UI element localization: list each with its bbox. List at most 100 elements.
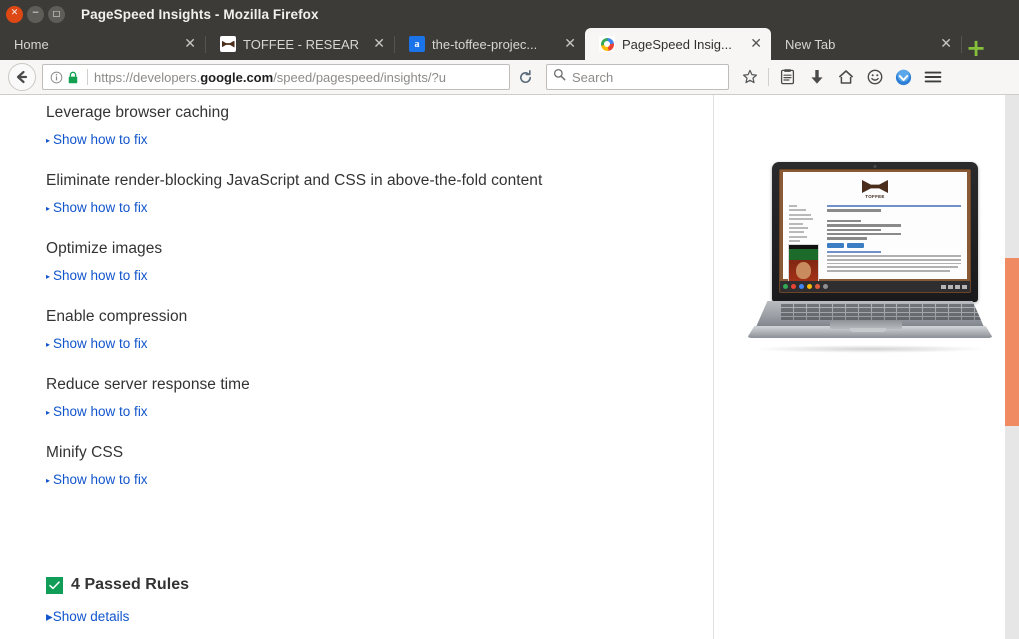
show-how-to-fix-link[interactable]: ▸ Show how to fix — [46, 268, 686, 286]
rule-title: Enable compression — [46, 308, 188, 325]
reload-button[interactable] — [512, 64, 538, 90]
show-how-to-fix-link[interactable]: ▸ Show how to fix — [46, 336, 686, 354]
url-prefix: https://developers. — [94, 69, 201, 85]
rule-title: Minify CSS — [46, 444, 124, 461]
preview-headline-line — [827, 209, 881, 212]
link-label: Show details — [52, 609, 130, 624]
caret-right-icon: ▸ — [46, 339, 51, 349]
back-button[interactable] — [8, 63, 36, 91]
link-label: Show how to fix — [53, 336, 148, 351]
rule-item: Enable compression ▸ Show how to fix — [46, 307, 686, 354]
rule-item: Optimize images ▸ Show how to fix — [46, 239, 686, 286]
reader-list-icon[interactable] — [774, 64, 801, 91]
laptop-lid: TOFFEE Ramesh won — [772, 162, 978, 302]
url-text: https://developers.google.com/speed/page… — [94, 70, 505, 85]
new-tab-button[interactable]: + — [966, 36, 986, 60]
show-how-to-fix-link[interactable]: ▸ Show how to fix — [46, 472, 686, 490]
title-bar: ✕ − □ PageSpeed Insights - Mozilla Firef… — [0, 0, 1019, 28]
tab-close-icon[interactable]: ✕ — [940, 37, 952, 51]
scrollbar-thumb[interactable] — [1005, 258, 1019, 426]
bookmark-star-icon[interactable] — [736, 64, 763, 91]
page-info-icon[interactable] — [47, 71, 65, 84]
window-maximize-button[interactable]: □ — [48, 5, 65, 23]
show-how-to-fix-link[interactable]: ▸ Show how to fix — [46, 404, 686, 422]
rule-title: Optimize images — [46, 240, 163, 257]
google-colors-icon — [599, 36, 615, 52]
browser-window: ✕ − □ PageSpeed Insights - Mozilla Firef… — [0, 0, 1019, 639]
tab-label: PageSpeed Insig... — [622, 36, 732, 52]
results-column: Leverage browser caching ▸ Show how to fi… — [0, 95, 714, 639]
passed-rules-header: 4 Passed Rules — [46, 576, 686, 594]
tab-home[interactable]: Home ✕ — [0, 28, 205, 60]
home-icon[interactable] — [832, 64, 859, 91]
link-label: Show how to fix — [53, 132, 148, 147]
caret-right-icon: ▸ — [46, 135, 51, 145]
padlock-icon[interactable] — [65, 71, 81, 84]
laptop-shadow — [752, 345, 988, 353]
caret-right-icon: ▸ — [46, 475, 51, 485]
preview-paragraph — [827, 255, 961, 272]
show-how-to-fix-link[interactable]: ▸ Show how to fix — [46, 132, 686, 150]
page-viewport: Leverage browser caching ▸ Show how to fi… — [0, 95, 1019, 639]
tab-toffee-research[interactable]: TOFFEE - RESEAR... ✕ — [206, 28, 394, 60]
url-bar[interactable]: https://developers.google.com/speed/page… — [42, 64, 510, 90]
show-details-link[interactable]: ▸Show details — [46, 609, 686, 625]
preview-sidebar-nav — [789, 205, 817, 245]
tab-label: Home — [14, 36, 49, 52]
tab-the-toffee-project[interactable]: a the-toffee-projec... ✕ — [395, 28, 585, 60]
tab-close-icon[interactable]: ✕ — [564, 37, 576, 51]
page-scrollbar[interactable] — [1005, 95, 1019, 639]
window-controls: ✕ − □ — [6, 5, 65, 23]
rule-title: Leverage browser caching — [46, 104, 229, 121]
window-title: PageSpeed Insights - Mozilla Firefox — [81, 6, 319, 22]
window-minimize-button[interactable]: − — [27, 5, 44, 23]
tab-separator — [961, 35, 962, 53]
pocket-icon[interactable] — [890, 64, 917, 91]
url-domain: google.com — [200, 69, 274, 85]
toolbar-icons — [736, 64, 946, 91]
tab-pagespeed-insights[interactable]: PageSpeed Insig... ✕ — [585, 28, 771, 60]
pagespeed-insights-page: Leverage browser caching ▸ Show how to fi… — [0, 95, 1005, 639]
laptop-screen: TOFFEE Ramesh won — [779, 169, 971, 293]
show-how-to-fix-link[interactable]: ▸ Show how to fix — [46, 200, 686, 218]
tab-label: the-toffee-projec... — [432, 36, 538, 52]
reload-icon — [519, 69, 531, 83]
tab-close-icon[interactable]: ✕ — [184, 37, 196, 51]
back-arrow-icon — [16, 70, 28, 84]
tab-new-tab[interactable]: New Tab ✕ — [771, 28, 961, 60]
window-close-button[interactable]: ✕ — [6, 5, 23, 23]
toffee-candy-icon — [862, 180, 888, 193]
laptop-open-notch — [850, 328, 886, 332]
maximize-icon: □ — [52, 8, 61, 18]
link-label: Show how to fix — [53, 404, 148, 419]
link-label: Show how to fix — [53, 268, 148, 283]
smiley-feedback-icon[interactable] — [861, 64, 888, 91]
search-placeholder: Search — [572, 69, 614, 85]
preview-logo-text: TOFFEE — [865, 194, 885, 199]
url-suffix: /speed/pagespeed/insights/?u — [273, 69, 446, 85]
link-label: Show how to fix — [53, 472, 148, 487]
passed-rules-label: 4 Passed Rules — [71, 576, 190, 593]
search-input[interactable]: Search — [546, 64, 729, 90]
magnifier-icon — [553, 68, 566, 86]
caret-right-icon: ▸ — [46, 407, 51, 417]
laptop-base — [742, 301, 998, 346]
tab-close-icon[interactable]: ✕ — [750, 37, 762, 51]
tab-close-icon[interactable]: ✕ — [373, 37, 385, 51]
tab-label: TOFFEE - RESEAR... — [243, 36, 360, 52]
rule-title: Eliminate render-blocking JavaScript and… — [46, 172, 543, 189]
letter-a-icon: a — [409, 36, 425, 52]
preview-page: TOFFEE Ramesh won — [783, 172, 967, 292]
toffee-candy-icon — [220, 36, 236, 52]
downloads-arrow-icon[interactable] — [803, 64, 830, 91]
hamburger-menu-icon[interactable] — [919, 64, 946, 91]
url-divider — [87, 69, 88, 85]
preview-column: TOFFEE Ramesh won — [715, 95, 1005, 639]
rule-item: Minify CSS ▸ Show how to fix — [46, 443, 686, 490]
desktop-screenshot-preview[interactable]: TOFFEE Ramesh won — [742, 162, 998, 353]
green-check-icon — [46, 576, 63, 594]
laptop-keys — [781, 304, 984, 320]
link-label: Show how to fix — [53, 200, 148, 215]
caret-right-icon: ▸ — [46, 271, 51, 281]
caret-right-icon: ▸ — [46, 203, 51, 213]
